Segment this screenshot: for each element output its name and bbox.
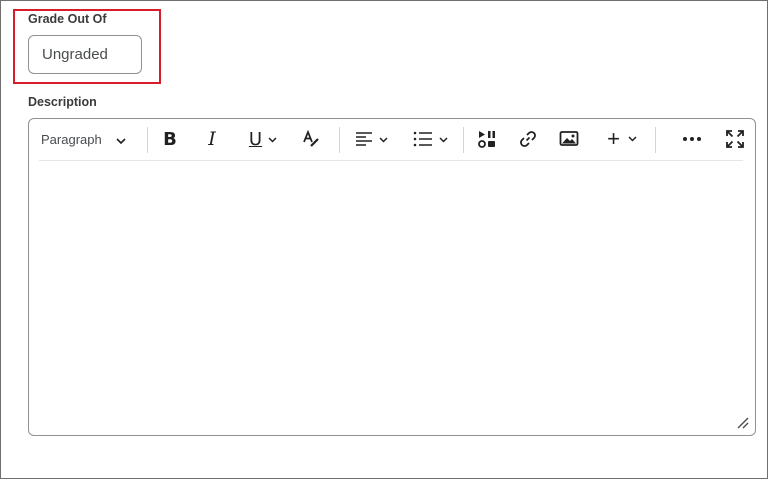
paragraph-format-label: Paragraph <box>41 131 102 147</box>
chevron-down-icon <box>628 136 637 142</box>
fullscreen-icon <box>726 130 744 148</box>
insert-stuff-button[interactable] <box>475 127 499 151</box>
align-left-icon <box>355 132 372 146</box>
text-format-icon <box>303 129 319 147</box>
grade-out-of-input[interactable]: Ungraded <box>28 35 142 74</box>
bold-icon: B <box>163 128 177 150</box>
paragraph-format-dropdown[interactable]: Paragraph <box>41 127 133 151</box>
grade-out-of-label: Grade Out Of <box>28 12 107 26</box>
plus-icon: + <box>607 126 620 151</box>
italic-icon: I <box>208 128 216 150</box>
underline-icon: U <box>248 128 263 150</box>
chevron-down-icon <box>116 132 126 147</box>
list-dropdown[interactable] <box>409 127 451 151</box>
resize-handle-icon[interactable] <box>735 415 749 429</box>
insert-image-button[interactable] <box>557 127 581 151</box>
image-icon <box>559 131 579 146</box>
bullet-list-icon <box>413 131 432 147</box>
description-label: Description <box>28 95 97 109</box>
insert-link-button[interactable] <box>516 127 540 151</box>
more-actions-button[interactable] <box>681 127 703 151</box>
italic-button[interactable]: I <box>201 127 223 151</box>
toolbar-divider <box>39 160 743 161</box>
more-icon <box>683 137 701 141</box>
toolbar-separator <box>147 127 148 153</box>
text-format-button[interactable] <box>299 127 323 151</box>
toolbar-separator <box>463 127 464 153</box>
insert-stuff-icon <box>478 131 495 148</box>
fullscreen-button[interactable] <box>723 127 747 151</box>
bold-button[interactable]: B <box>159 127 181 151</box>
link-icon <box>520 131 536 147</box>
chevron-down-icon <box>378 130 388 148</box>
chevron-down-icon <box>268 130 277 148</box>
toolbar-separator <box>339 127 340 153</box>
description-editor[interactable]: Paragraph B I U + <box>28 118 756 436</box>
chevron-down-icon <box>438 130 448 148</box>
insert-menu-dropdown[interactable]: + <box>601 126 643 151</box>
editor-toolbar: Paragraph B I U + <box>29 119 755 159</box>
align-dropdown[interactable] <box>351 127 391 151</box>
underline-button[interactable]: U <box>241 127 285 151</box>
toolbar-separator <box>655 127 656 153</box>
